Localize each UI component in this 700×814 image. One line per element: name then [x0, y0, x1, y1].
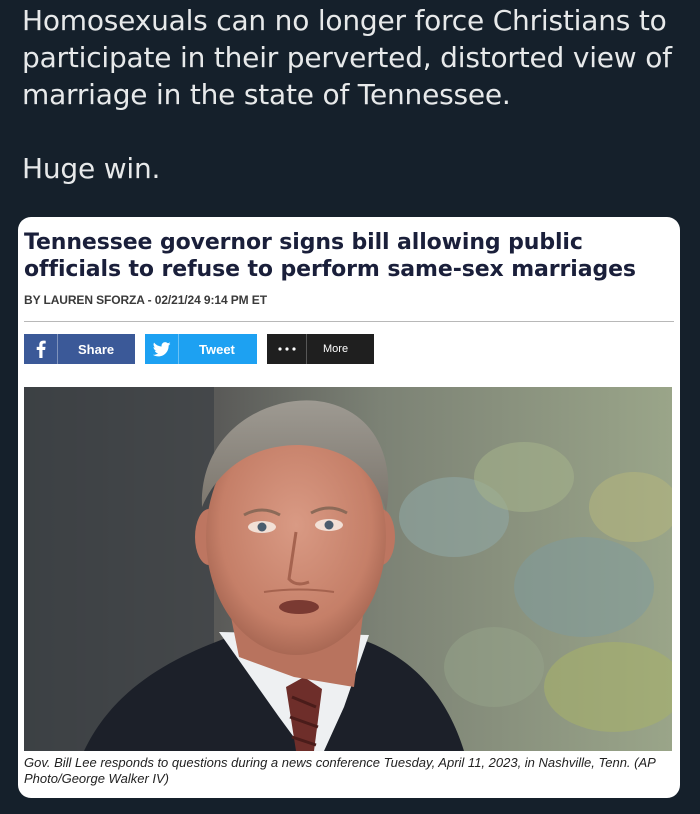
tweet-body-2: Huge win.: [22, 152, 161, 185]
article-headline[interactable]: Tennessee governor signs bill allowing p…: [24, 229, 664, 283]
twitter-tweet-label: Tweet: [199, 341, 235, 357]
facebook-share-button[interactable]: Share: [24, 334, 135, 364]
twitter-bird-icon: [145, 334, 179, 364]
governor-portrait-image: [24, 387, 672, 751]
tweet-text: Homosexuals can no longer force Christia…: [22, 2, 682, 187]
divider: [24, 321, 674, 322]
article-byline: BY LAUREN SFORZA - 02/21/24 9:14 PM ET: [24, 293, 267, 307]
twitter-tweet-button[interactable]: Tweet: [145, 334, 257, 364]
more-share-label: More: [323, 343, 349, 355]
share-bar: Share Tweet More: [24, 334, 374, 364]
photo-caption: Gov. Bill Lee responds to questions duri…: [24, 755, 656, 786]
facebook-share-label: Share: [78, 341, 115, 357]
facebook-icon: [24, 334, 58, 364]
article-card[interactable]: Tennessee governor signs bill allowing p…: [18, 217, 680, 798]
tweet-body: Homosexuals can no longer force Christia…: [22, 4, 672, 111]
ellipsis-icon: [267, 334, 307, 364]
more-share-button[interactable]: More: [267, 334, 374, 364]
article-photo: [24, 387, 672, 751]
